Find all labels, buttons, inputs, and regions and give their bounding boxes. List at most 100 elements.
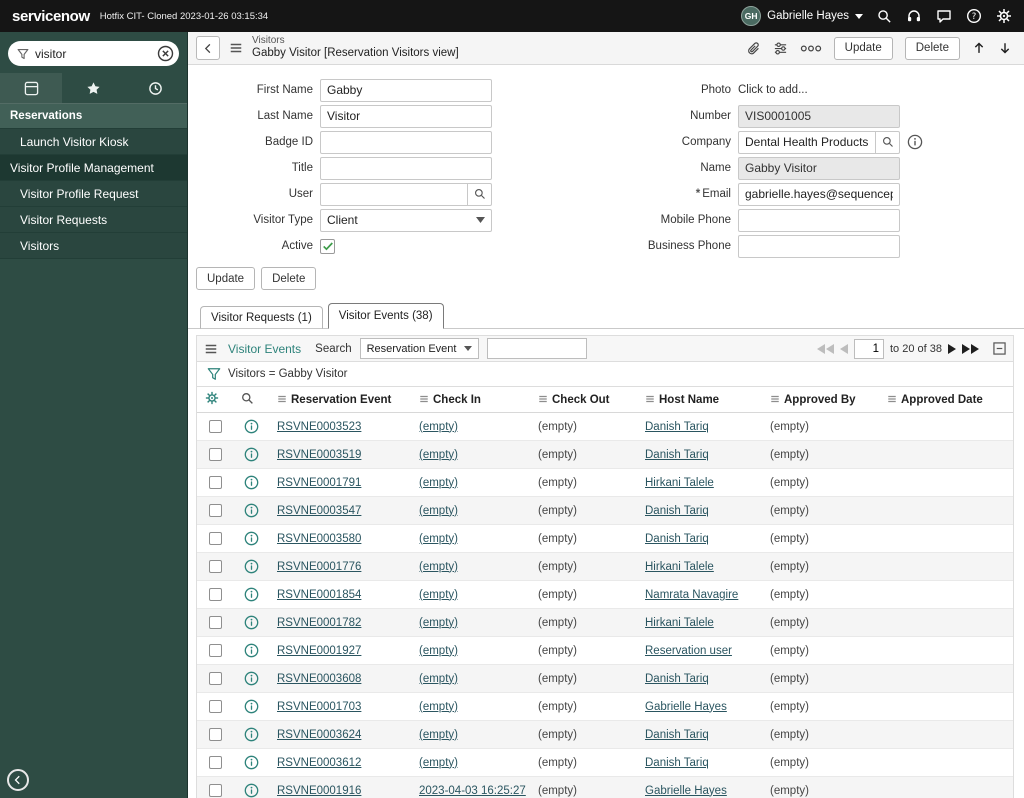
host-name-link[interactable]: Gabrielle Hayes bbox=[645, 701, 727, 713]
search-icon[interactable] bbox=[877, 9, 892, 24]
attachment-icon[interactable] bbox=[746, 41, 761, 56]
mobile-phone-input[interactable] bbox=[738, 208, 900, 232]
headset-icon[interactable] bbox=[906, 8, 922, 24]
tab-visitor-requests[interactable]: Visitor Requests (1) bbox=[200, 306, 323, 329]
list-search-input[interactable] bbox=[487, 338, 588, 359]
sidebar-item-launch-visitor-kiosk[interactable]: Launch Visitor Kiosk bbox=[0, 129, 187, 155]
column-header-approved-by[interactable]: Approved By bbox=[762, 387, 879, 413]
user-lookup-icon[interactable] bbox=[468, 182, 492, 206]
record-preview-icon[interactable] bbox=[244, 755, 259, 770]
chat-icon[interactable] bbox=[936, 8, 952, 24]
update-button[interactable]: Update bbox=[833, 36, 893, 60]
check-in-link[interactable]: (empty) bbox=[419, 645, 458, 657]
next-page-icon[interactable] bbox=[948, 343, 956, 354]
reservation-event-link[interactable]: RSVNE0003612 bbox=[277, 757, 361, 769]
company-lookup-icon[interactable] bbox=[876, 130, 900, 154]
company-input[interactable] bbox=[738, 130, 876, 154]
last-name-input[interactable] bbox=[320, 104, 492, 128]
host-name-link[interactable]: Namrata Navagire bbox=[645, 589, 738, 601]
record-preview-icon[interactable] bbox=[244, 531, 259, 546]
column-header-check-out[interactable]: Check Out bbox=[530, 387, 637, 413]
record-preview-icon[interactable] bbox=[244, 783, 259, 798]
check-in-link[interactable]: (empty) bbox=[419, 449, 458, 461]
row-checkbox[interactable] bbox=[208, 588, 222, 601]
row-checkbox[interactable] bbox=[208, 532, 222, 545]
host-name-link[interactable]: Hirkani Talele bbox=[645, 617, 714, 629]
title-input[interactable] bbox=[320, 156, 492, 180]
column-menu-icon[interactable] bbox=[419, 394, 429, 404]
reservation-event-link[interactable]: RSVNE0001776 bbox=[277, 561, 361, 573]
check-in-link[interactable]: (empty) bbox=[419, 729, 458, 741]
active-checkbox[interactable] bbox=[320, 238, 335, 254]
reservation-event-link[interactable]: RSVNE0003523 bbox=[277, 421, 361, 433]
photo-add-link[interactable]: Click to add... bbox=[738, 84, 808, 96]
record-preview-icon[interactable] bbox=[244, 447, 259, 462]
filter-icon[interactable] bbox=[207, 367, 221, 381]
reservation-event-link[interactable]: RSVNE0001782 bbox=[277, 617, 361, 629]
record-preview-icon[interactable] bbox=[244, 671, 259, 686]
reservation-event-link[interactable]: RSVNE0001916 bbox=[277, 785, 361, 797]
row-checkbox[interactable] bbox=[208, 448, 222, 461]
check-in-link[interactable]: (empty) bbox=[419, 505, 458, 517]
sidebar-item-reservations[interactable]: Reservations bbox=[0, 104, 187, 129]
nav-tab-favorites[interactable] bbox=[62, 73, 124, 103]
first-page-icon[interactable] bbox=[817, 343, 834, 354]
check-in-link[interactable]: (empty) bbox=[419, 421, 458, 433]
personalize-form-icon[interactable] bbox=[773, 41, 788, 56]
check-in-link[interactable]: (empty) bbox=[419, 673, 458, 685]
check-in-link[interactable]: (empty) bbox=[419, 589, 458, 601]
record-preview-icon[interactable] bbox=[244, 475, 259, 490]
email-input[interactable] bbox=[738, 182, 900, 206]
column-header-check-in[interactable]: Check In bbox=[411, 387, 530, 413]
record-preview-icon[interactable] bbox=[244, 615, 259, 630]
row-checkbox[interactable] bbox=[208, 728, 222, 741]
record-preview-icon[interactable] bbox=[244, 727, 259, 742]
sidebar-item-visitor-requests[interactable]: Visitor Requests bbox=[0, 207, 187, 233]
record-preview-icon[interactable] bbox=[244, 419, 259, 434]
host-name-link[interactable]: Danish Tariq bbox=[645, 421, 709, 433]
visitor-type-select[interactable]: Client bbox=[320, 208, 492, 232]
check-in-link[interactable]: 2023-04-03 16:25:27 bbox=[419, 785, 526, 797]
column-menu-icon[interactable] bbox=[538, 394, 548, 404]
help-icon[interactable]: ? bbox=[966, 8, 982, 24]
reservation-event-link[interactable]: RSVNE0003519 bbox=[277, 449, 361, 461]
column-header-host-name[interactable]: Host Name bbox=[637, 387, 762, 413]
row-checkbox[interactable] bbox=[208, 700, 222, 713]
row-checkbox[interactable] bbox=[208, 560, 222, 573]
check-in-link[interactable]: (empty) bbox=[419, 701, 458, 713]
nav-tab-history[interactable] bbox=[125, 73, 187, 103]
host-name-link[interactable]: Danish Tariq bbox=[645, 449, 709, 461]
nav-tab-all-apps[interactable] bbox=[0, 73, 63, 103]
last-page-icon[interactable] bbox=[962, 343, 979, 354]
delete-button[interactable]: Delete bbox=[904, 36, 960, 60]
host-name-link[interactable]: Reservation user bbox=[645, 645, 732, 657]
row-checkbox[interactable] bbox=[208, 784, 222, 797]
reservation-event-link[interactable]: RSVNE0001927 bbox=[277, 645, 361, 657]
sidebar-item-visitor-profile-request[interactable]: Visitor Profile Request bbox=[0, 181, 187, 207]
host-name-link[interactable]: Danish Tariq bbox=[645, 673, 709, 685]
record-preview-icon[interactable] bbox=[244, 643, 259, 658]
row-offset-input[interactable] bbox=[854, 338, 884, 359]
row-checkbox[interactable] bbox=[208, 644, 222, 657]
column-menu-icon[interactable] bbox=[645, 394, 655, 404]
reservation-event-link[interactable]: RSVNE0003608 bbox=[277, 673, 361, 685]
clear-search-icon[interactable] bbox=[157, 45, 174, 62]
host-name-link[interactable]: Danish Tariq bbox=[645, 505, 709, 517]
delete-button-bottom[interactable]: Delete bbox=[261, 267, 317, 290]
host-name-link[interactable]: Gabrielle Hayes bbox=[645, 785, 727, 797]
user-menu[interactable]: GH Gabrielle Hayes bbox=[741, 6, 863, 26]
company-preview-icon[interactable] bbox=[907, 134, 923, 150]
next-record-icon[interactable] bbox=[998, 41, 1012, 55]
host-name-link[interactable]: Danish Tariq bbox=[645, 729, 709, 741]
reservation-event-link[interactable]: RSVNE0001791 bbox=[277, 477, 361, 489]
back-button[interactable] bbox=[196, 36, 220, 60]
record-preview-icon[interactable] bbox=[244, 699, 259, 714]
personalize-list-gear-icon[interactable] bbox=[205, 391, 219, 405]
host-name-link[interactable]: Hirkani Talele bbox=[645, 477, 714, 489]
column-header-reservation-event[interactable]: Reservation Event bbox=[269, 387, 411, 413]
reservation-event-link[interactable]: RSVNE0003580 bbox=[277, 533, 361, 545]
previous-record-icon[interactable] bbox=[972, 41, 986, 55]
tab-visitor-events[interactable]: Visitor Events (38) bbox=[327, 303, 444, 329]
collapse-list-icon[interactable] bbox=[993, 342, 1006, 355]
more-options-icon[interactable] bbox=[800, 44, 822, 53]
